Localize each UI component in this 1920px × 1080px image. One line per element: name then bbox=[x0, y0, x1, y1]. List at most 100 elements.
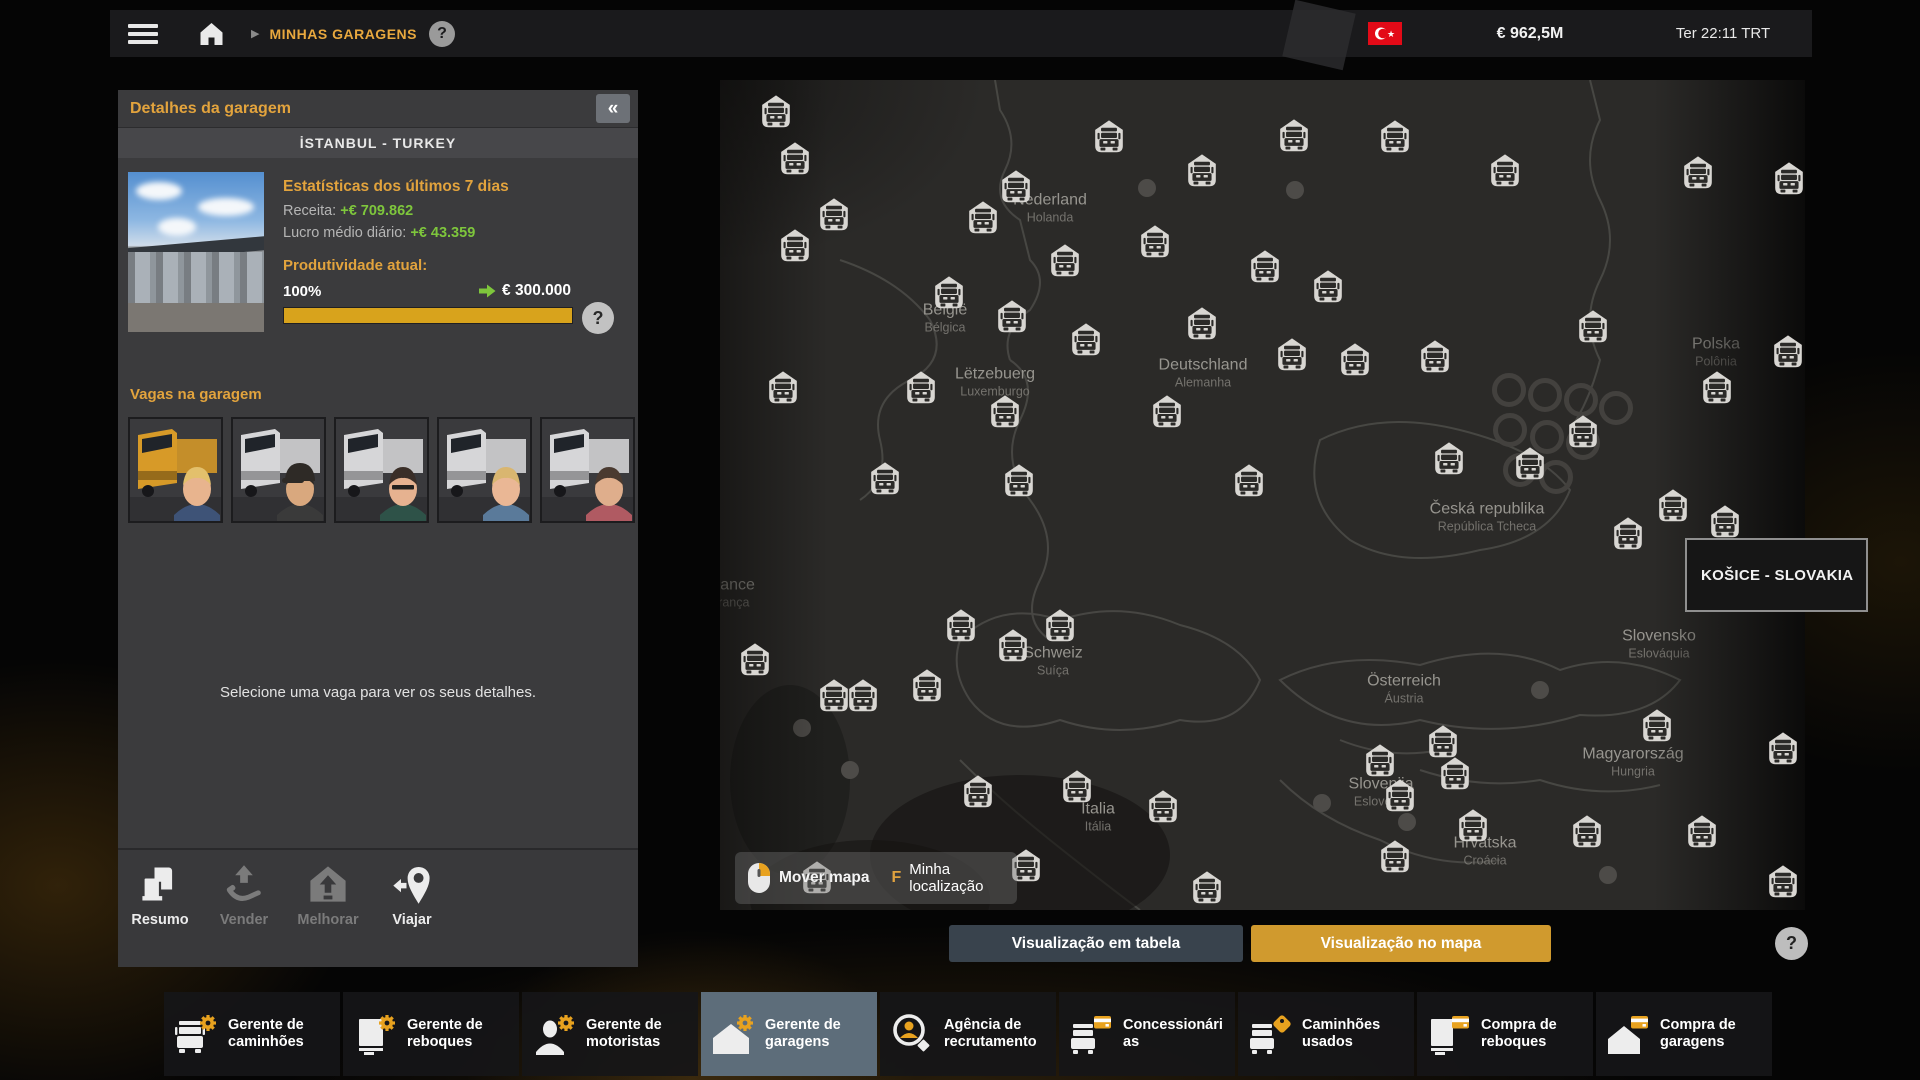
garage-marker[interactable] bbox=[999, 169, 1033, 203]
garage-marker[interactable] bbox=[1766, 731, 1800, 765]
garage-marker[interactable] bbox=[1275, 337, 1309, 371]
garage-marker[interactable] bbox=[961, 774, 995, 808]
breadcrumb[interactable]: MINHAS GARAGENS bbox=[269, 26, 417, 42]
nav-driver-manager[interactable]: Gerente de motoristas bbox=[522, 992, 698, 1076]
garage-marker[interactable] bbox=[766, 370, 800, 404]
garage-marker[interactable] bbox=[910, 668, 944, 702]
nav-dealerships[interactable]: Concessionárias bbox=[1059, 992, 1235, 1076]
garage-marker[interactable] bbox=[1378, 119, 1412, 153]
garage-marker[interactable] bbox=[1248, 249, 1282, 283]
city-dot bbox=[1313, 794, 1331, 812]
garage-marker[interactable] bbox=[1611, 516, 1645, 550]
revenue-value: +€ 709.862 bbox=[340, 203, 413, 219]
garage-marker[interactable] bbox=[1640, 708, 1674, 742]
garage-marker[interactable] bbox=[995, 299, 1029, 333]
garage-marker[interactable] bbox=[1002, 463, 1036, 497]
garage-marker[interactable] bbox=[1378, 839, 1412, 873]
country-label: FranceFrança bbox=[720, 577, 755, 610]
garage-slot-5[interactable] bbox=[540, 417, 635, 523]
garage-marker[interactable] bbox=[1311, 269, 1345, 303]
panel-actions-bar: Resumo Vender Melhorar bbox=[118, 848, 638, 967]
garage-marker[interactable] bbox=[1060, 769, 1094, 803]
garage-marker[interactable] bbox=[1383, 778, 1417, 812]
garage-marker[interactable] bbox=[988, 394, 1022, 428]
undiscovered-garage-ring bbox=[1492, 373, 1526, 407]
garage-marker[interactable] bbox=[1766, 864, 1800, 898]
garage-marker[interactable] bbox=[738, 642, 772, 676]
garage-marker[interactable] bbox=[1338, 342, 1372, 376]
profit-label: Lucro médio diário: bbox=[283, 225, 410, 241]
garage-marker[interactable] bbox=[817, 197, 851, 231]
nav-recruitment-agency[interactable]: Agência de recrutamento bbox=[880, 992, 1056, 1076]
garage-slot-2[interactable] bbox=[231, 417, 326, 523]
table-view-button[interactable]: Visualização em tabela bbox=[949, 925, 1243, 962]
garage-marker[interactable] bbox=[904, 370, 938, 404]
garage-marker[interactable] bbox=[1566, 414, 1600, 448]
garage-marker[interactable] bbox=[1570, 814, 1604, 848]
nav-garage-purchase[interactable]: Compra de garagens bbox=[1596, 992, 1772, 1076]
garage-marker[interactable] bbox=[1043, 608, 1077, 642]
garage-marker[interactable] bbox=[1426, 724, 1460, 758]
garage-marker[interactable] bbox=[1190, 870, 1224, 904]
nav-trailer-purchase[interactable]: Compra de reboques bbox=[1417, 992, 1593, 1076]
nav-label: Compra de garagens bbox=[1660, 1017, 1764, 1052]
garage-marker[interactable] bbox=[1685, 814, 1719, 848]
garage-marker[interactable] bbox=[1048, 243, 1082, 277]
garage-marker[interactable] bbox=[759, 94, 793, 128]
nav-garage-manager[interactable]: Gerente de garagens bbox=[701, 992, 877, 1076]
nav-label: Caminhões usados bbox=[1302, 1017, 1406, 1052]
garage-marker[interactable] bbox=[1438, 756, 1472, 790]
home-icon[interactable] bbox=[198, 21, 225, 47]
nav-trailer-manager[interactable]: Gerente de reboques bbox=[343, 992, 519, 1076]
garage-marker[interactable] bbox=[966, 200, 1000, 234]
garage-marker[interactable] bbox=[1146, 789, 1180, 823]
garage-marker[interactable] bbox=[1513, 446, 1547, 480]
garage-marker[interactable] bbox=[996, 628, 1030, 662]
garage-marker[interactable] bbox=[1772, 161, 1805, 195]
garage-marker[interactable] bbox=[846, 678, 880, 712]
nav-label: Gerente de garagens bbox=[765, 1017, 869, 1052]
undiscovered-garage-ring bbox=[1528, 378, 1562, 412]
garage-marker[interactable] bbox=[944, 608, 978, 642]
garage-marker[interactable] bbox=[1418, 339, 1452, 373]
garage-marker[interactable] bbox=[1138, 224, 1172, 258]
garage-marker[interactable] bbox=[1488, 153, 1522, 187]
garage-marker[interactable] bbox=[932, 275, 966, 309]
garage-marker[interactable] bbox=[1456, 808, 1490, 842]
garage-marker[interactable] bbox=[1232, 463, 1266, 497]
garage-marker[interactable] bbox=[1681, 155, 1715, 189]
garage-marker[interactable] bbox=[1277, 118, 1311, 152]
garage-slot-3[interactable] bbox=[334, 417, 429, 523]
nav-used-trucks[interactable]: Caminhões usados bbox=[1238, 992, 1414, 1076]
garage-marker[interactable] bbox=[1708, 504, 1742, 538]
map-view-button[interactable]: Visualização no mapa bbox=[1251, 925, 1551, 962]
slot-hint-message: Selecione uma vaga para ver os seus deta… bbox=[118, 684, 638, 701]
garage-marker[interactable] bbox=[1185, 153, 1219, 187]
garage-marker[interactable] bbox=[1185, 306, 1219, 340]
garage-marker[interactable] bbox=[778, 141, 812, 175]
summary-button[interactable]: Resumo bbox=[118, 850, 202, 967]
garage-marker[interactable] bbox=[1700, 370, 1734, 404]
garage-slot-4[interactable] bbox=[437, 417, 532, 523]
garage-marker[interactable] bbox=[1363, 743, 1397, 777]
menu-icon[interactable] bbox=[128, 20, 158, 48]
garage-marker[interactable] bbox=[1432, 441, 1466, 475]
garage-marker[interactable] bbox=[778, 228, 812, 262]
breadcrumb-help-button[interactable]: ? bbox=[429, 21, 455, 47]
travel-button[interactable]: Viajar bbox=[370, 850, 454, 967]
garage-marker[interactable] bbox=[1069, 322, 1103, 356]
nav-truck-manager[interactable]: Gerente de caminhões bbox=[164, 992, 340, 1076]
garage-marker[interactable] bbox=[1771, 334, 1805, 368]
garage-slot-1[interactable] bbox=[128, 417, 223, 523]
trailer-gear-icon bbox=[351, 1010, 399, 1058]
map-help-button[interactable]: ? bbox=[1775, 927, 1808, 960]
garage-marker[interactable] bbox=[1576, 309, 1610, 343]
panel-header: Detalhes da garagem « bbox=[118, 90, 638, 128]
garage-marker[interactable] bbox=[1150, 394, 1184, 428]
garage-marker[interactable] bbox=[868, 461, 902, 495]
garage-marker[interactable] bbox=[1656, 488, 1690, 522]
garage-marker[interactable] bbox=[1092, 119, 1126, 153]
collapse-panel-button[interactable]: « bbox=[596, 94, 630, 123]
garages-map[interactable]: NederlandHolanda BelgiëBélgica Lëtzebuer… bbox=[720, 80, 1805, 910]
productivity-help-button[interactable]: ? bbox=[582, 302, 614, 334]
